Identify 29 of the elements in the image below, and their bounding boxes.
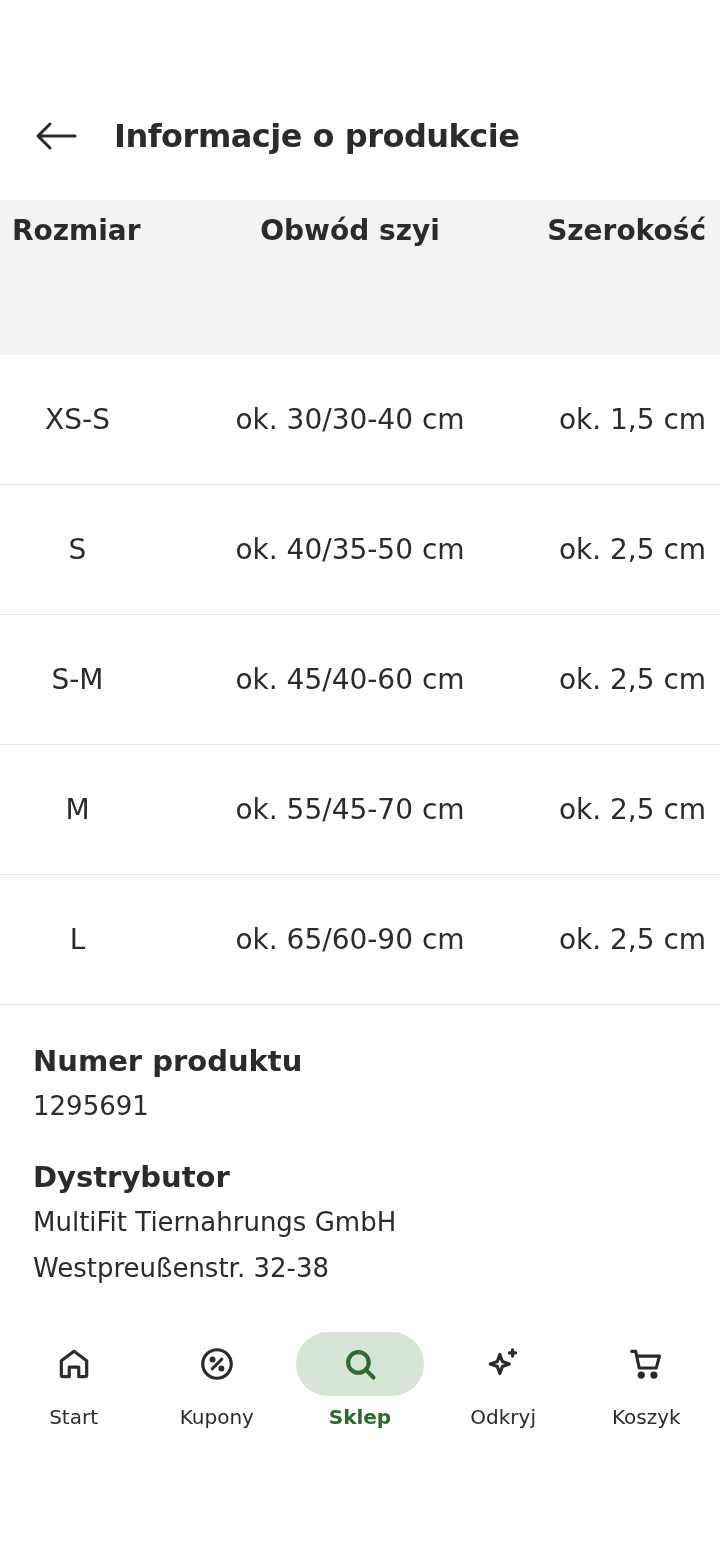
detail-value: 1295691 [33,1090,150,1123]
detail-value: MultiFit Tiernahrungs GmbH [33,1206,398,1239]
column-header: Obwód szyi [259,213,441,249]
table-cell-text: ok. 2,5 cm [557,661,708,698]
nav-item[interactable]: Start [9,1332,138,1432]
nav-item[interactable]: Koszyk [582,1332,711,1432]
table-cell-text: S-M [50,661,105,698]
table-cell-text: S [67,531,88,568]
table-cell-text: ok. 2,5 cm [557,531,708,568]
table-cell-text: ok. 55/45-70 cm [234,791,466,828]
page-title: Informacje o produkcie [114,116,520,157]
table-cell-text: ok. 45/40-60 cm [234,661,466,698]
table-cell-text: L [68,921,87,958]
table-cell-text: ok. 2,5 cm [557,921,708,958]
detail-value: Westpreußenstr. 32-38 [33,1252,330,1285]
nav-item[interactable]: Odkryj [439,1332,568,1432]
table-cell-text: ok. 30/30-40 cm [234,401,466,438]
detail-label: Dystrybutor [33,1159,231,1196]
table-cell-text: ok. 40/35-50 cm [234,531,466,568]
column-header: Szerokość [546,213,707,249]
table-cell-text: XS-S [44,401,111,438]
back-arrow-icon [35,121,77,151]
nav-item[interactable]: Kupony [152,1332,281,1432]
detail-label: Numer produktu [33,1043,304,1080]
table-cell-text: ok. 2,5 cm [557,791,708,828]
table-cell-text: ok. 1,5 cm [557,401,708,438]
table-cell-text: ok. 65/60-90 cm [234,921,466,958]
column-header: Rozmiar [11,213,142,249]
table-cell-text: M [64,791,91,828]
